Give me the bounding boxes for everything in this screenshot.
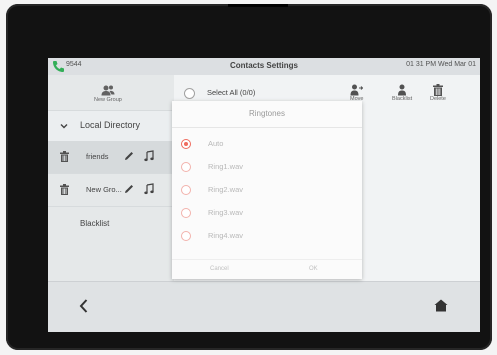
ringtone-option[interactable]: Auto bbox=[172, 133, 362, 156]
ringtone-option-label: Ring1.wav bbox=[208, 162, 244, 171]
device-screen: 9544 Contacts Settings 01 31 PM Wed Mar … bbox=[48, 58, 480, 332]
ringtone-option[interactable]: Ring2.wav bbox=[172, 179, 362, 202]
cancel-button[interactable]: Cancel bbox=[210, 266, 229, 272]
dialog-title: Ringtones bbox=[248, 109, 286, 118]
radio-button[interactable] bbox=[181, 162, 191, 172]
ringtone-option-label: Auto bbox=[208, 139, 224, 148]
ringtone-option[interactable]: Ring3.wav bbox=[172, 202, 362, 225]
device-notch bbox=[228, 4, 288, 7]
ringtone-option[interactable]: Ring4.wav bbox=[172, 225, 362, 248]
ringtone-option-label: Ring3.wav bbox=[208, 208, 244, 217]
radio-button[interactable] bbox=[181, 185, 191, 195]
ringtone-option[interactable]: Ring1.wav bbox=[172, 156, 362, 179]
device-bezel: 9544 Contacts Settings 01 31 PM Wed Mar … bbox=[6, 4, 492, 350]
ringtones-dialog: Ringtones Auto Ring1.wav Ring2.wav Ring3… bbox=[172, 101, 362, 279]
dialog-buttons: Cancel OK bbox=[172, 259, 362, 280]
radio-button[interactable] bbox=[181, 231, 191, 241]
ringtone-option-label: Ring4.wav bbox=[208, 231, 244, 240]
radio-button[interactable] bbox=[181, 208, 191, 218]
radio-button[interactable] bbox=[181, 139, 191, 149]
ok-button[interactable]: OK bbox=[309, 266, 318, 272]
ringtone-option-label: Ring2.wav bbox=[208, 185, 244, 194]
dialog-divider bbox=[172, 127, 362, 128]
